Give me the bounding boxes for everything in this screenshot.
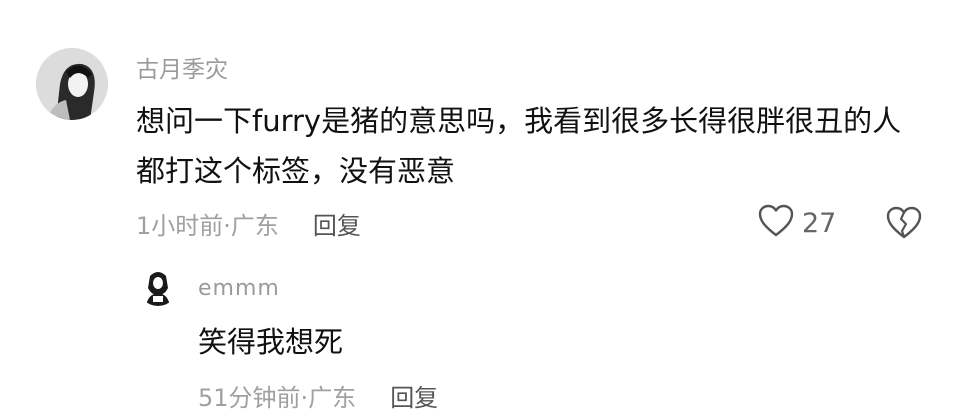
- comment-time: 1小时前: [136, 212, 224, 240]
- comment-location: 广东: [230, 212, 279, 240]
- broken-heart-icon[interactable]: [886, 206, 922, 244]
- reply-reply-button[interactable]: 回复: [390, 384, 438, 412]
- comment-meta: 1小时前·广东 回复: [136, 206, 361, 241]
- reply-time: 51分钟前: [198, 384, 301, 412]
- reply-meta: 51分钟前·广东 回复: [198, 378, 438, 413]
- like-button[interactable]: 27: [758, 204, 836, 242]
- comment-text: 想问一下furry是猪的意思吗，我看到很多长得很胖很丑的人都打这个标签，没有恶意: [136, 104, 902, 188]
- heart-outline-icon[interactable]: [758, 204, 794, 242]
- replier-username[interactable]: emmm: [198, 276, 280, 301]
- reply-location: 广东: [308, 384, 357, 412]
- reply-text: 笑得我想死: [198, 325, 344, 359]
- like-count: 27: [802, 207, 837, 239]
- commenter-username[interactable]: 古月季灾: [136, 50, 228, 84]
- replier-avatar[interactable]: [138, 266, 178, 306]
- reply-button[interactable]: 回复: [313, 212, 361, 240]
- commenter-avatar[interactable]: [36, 48, 108, 120]
- meta-separator: ·: [223, 212, 231, 240]
- dislike-button[interactable]: [886, 206, 922, 244]
